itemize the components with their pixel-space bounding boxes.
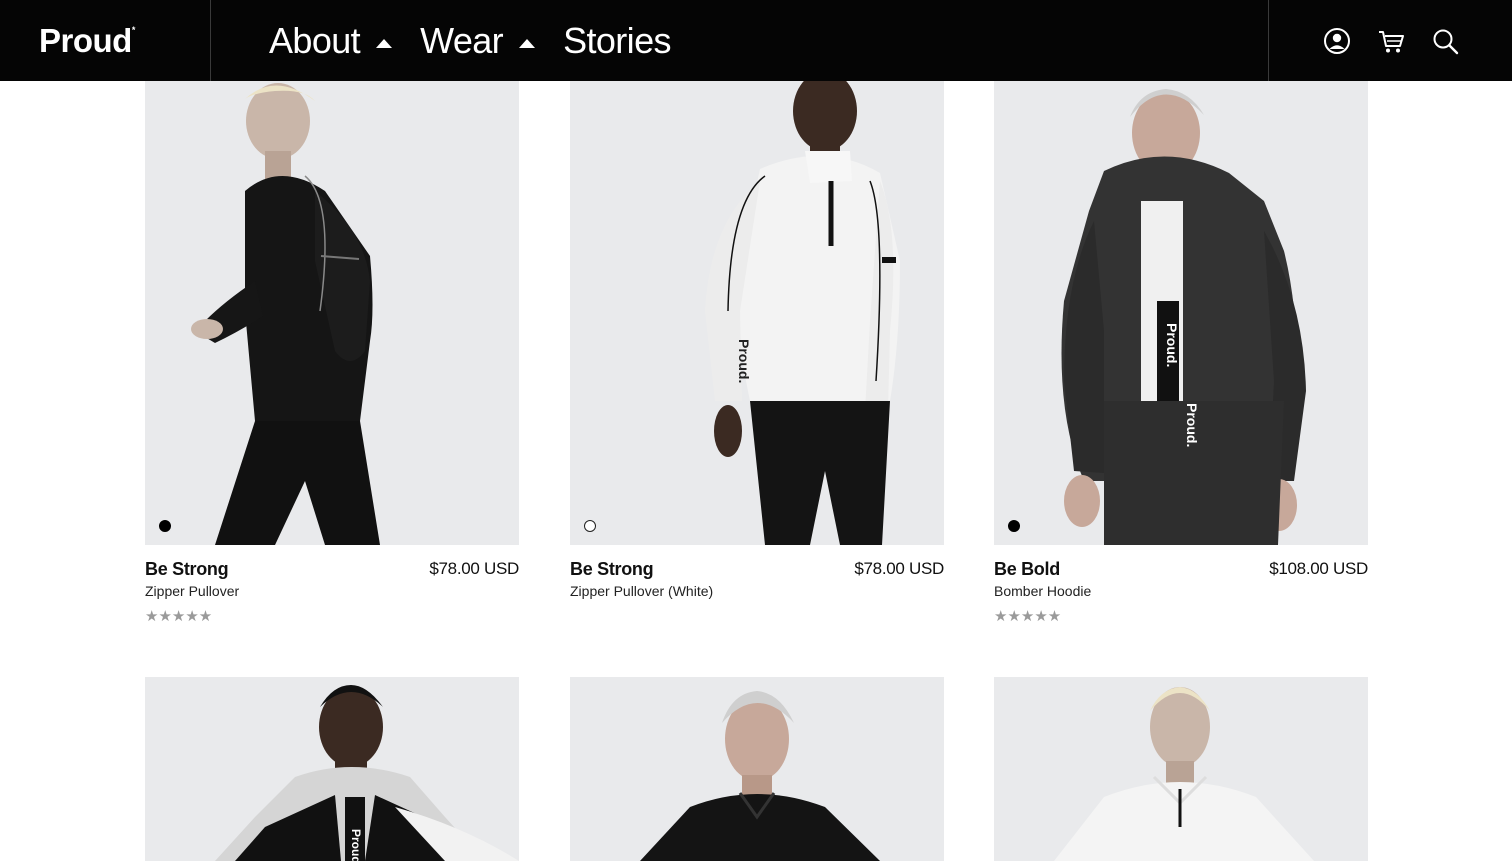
logo[interactable]: Proud*: [39, 24, 135, 57]
product-price: $78.00 USD: [854, 559, 944, 578]
product-price: $108.00 USD: [1269, 559, 1368, 578]
product-name[interactable]: Be Strong: [570, 559, 654, 580]
nav-item-about[interactable]: About: [269, 19, 393, 62]
zipper-print: Proud.: [1184, 403, 1200, 448]
zipper-print: Proud.: [1164, 323, 1180, 368]
main-nav: About Wear Stories: [211, 0, 1268, 81]
hoodie-print: Proud: [349, 829, 363, 861]
product-photo[interactable]: Proud. Proud.: [994, 81, 1368, 545]
color-swatch-black[interactable]: [159, 520, 171, 532]
product-name[interactable]: Be Bold: [994, 559, 1060, 580]
model-figure: [191, 83, 380, 545]
caret-up-icon: [376, 39, 393, 48]
color-swatch-black[interactable]: [1008, 520, 1020, 532]
product-photo[interactable]: Proud.: [570, 81, 944, 545]
rating-stars: ★★★★★: [994, 608, 1062, 625]
model-figure: [705, 81, 900, 545]
product-subtitle: Zipper Pullover (White): [570, 583, 714, 599]
account-icon[interactable]: [1323, 27, 1351, 55]
sleeve-print: Proud.: [736, 339, 752, 384]
product-photo[interactable]: [145, 81, 519, 545]
color-swatch-white[interactable]: [584, 520, 596, 532]
model-figure: [215, 685, 519, 861]
product-photo[interactable]: Proud: [145, 677, 519, 861]
nav-item-label: Stories: [563, 19, 671, 61]
product-photo[interactable]: [994, 677, 1368, 861]
logo-container[interactable]: Proud*: [0, 0, 211, 81]
header-actions: [1268, 0, 1512, 81]
cart-icon[interactable]: [1377, 27, 1405, 55]
product-name[interactable]: Be Strong: [145, 559, 229, 580]
model-figure: [1054, 687, 1314, 861]
product-price: $78.00 USD: [429, 559, 519, 578]
nav-item-stories[interactable]: Stories: [563, 20, 671, 62]
search-icon[interactable]: [1431, 27, 1459, 55]
site-header: Proud* About Wear Stories: [0, 0, 1512, 81]
rating-stars: ★★★★★: [145, 608, 213, 625]
product-photo[interactable]: [570, 677, 944, 861]
nav-item-label: Wear: [420, 19, 504, 61]
nav-item-wear[interactable]: Wear: [420, 19, 536, 62]
model-figure: [1061, 89, 1306, 545]
nav-item-label: About: [269, 19, 361, 61]
model-figure: [640, 691, 880, 861]
product-subtitle: Zipper Pullover: [145, 583, 240, 599]
caret-up-icon: [519, 39, 536, 48]
product-subtitle: Bomber Hoodie: [994, 583, 1092, 599]
